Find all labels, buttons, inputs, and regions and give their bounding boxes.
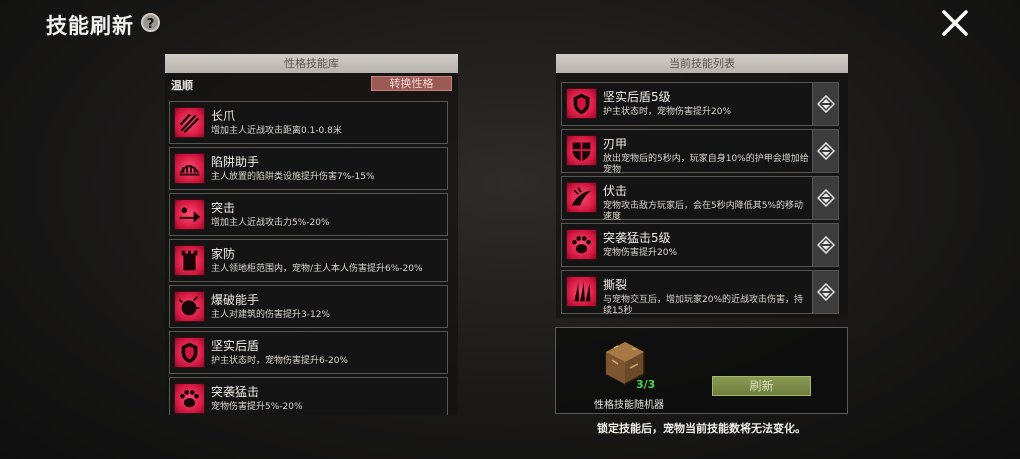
charge-icon	[174, 199, 205, 230]
lock-toggle-icon	[817, 142, 835, 160]
library-skill-item[interactable]: 长爪 增加主人近战攻击距离0.1-0.8米	[169, 101, 448, 144]
current-skill-item[interactable]: 伏击 宠物攻击敌方玩家后，会在5秒内降低其5%的移动速度	[561, 176, 814, 222]
skill-name: 家防	[211, 247, 236, 261]
close-icon[interactable]	[940, 8, 970, 38]
library-skill-item[interactable]: 爆破能手 主人对建筑的伤害提升3-12%	[169, 285, 448, 328]
skill-library-panel: 性格技能库 温顺 转换性格 长爪 增加主人近战攻击距离0.1-0.8米 陷阱助手…	[165, 54, 458, 415]
lock-skill-button[interactable]	[812, 82, 839, 126]
lock-skill-button[interactable]	[812, 176, 839, 220]
current-skill-item[interactable]: 突袭猛击5级 宠物伤害提升20%	[561, 223, 814, 267]
skill-desc: 宠物攻击敌方玩家后，会在5秒内降低其5%的移动速度	[603, 201, 804, 222]
library-skill-item[interactable]: 陷阱助手 主人放置的陷阱类设施提升伤害7%-15%	[169, 147, 448, 190]
tower-icon	[174, 245, 205, 276]
library-skill-item[interactable]: 突击 增加主人近战攻击力5%-20%	[169, 193, 448, 236]
library-skill-item[interactable]: 家防 主人领地柜范围内，宠物/主人本人伤害提升6%-20%	[169, 239, 448, 282]
skill-desc: 护主状态时，宠物伤害提升6-20%	[211, 356, 348, 366]
skill-desc: 主人对建筑的伤害提升3-12%	[211, 310, 330, 320]
armor-icon	[566, 135, 597, 166]
lock-skill-button[interactable]	[812, 223, 839, 267]
current-skills-panel: 当前技能列表 坚实后盾5级 护主状态时，宠物伤害提升20% 刃甲 放出宠物后的5…	[556, 54, 848, 318]
current-skills-title: 当前技能列表	[556, 54, 848, 73]
swap-personality-button[interactable]: 转换性格	[371, 76, 452, 91]
claw-icon	[174, 107, 205, 138]
library-skill-item[interactable]: 坚实后盾 护主状态时，宠物伤害提升6-20%	[169, 331, 448, 374]
question-icon[interactable]: ?	[141, 13, 160, 32]
lock-toggle-icon	[817, 95, 835, 113]
skill-desc: 增加主人近战攻击距离0.1-0.8米	[211, 126, 342, 136]
skill-desc: 护主状态时，宠物伤害提升20%	[603, 107, 732, 117]
lock-hint-text: 锁定技能后，宠物当前技能数将无法变化。	[597, 422, 806, 435]
randomizer-count: 3/3	[636, 378, 656, 391]
current-skill-item[interactable]: 刃甲 放出宠物后的5秒内，玩家自身10%的护甲会增加给宠物	[561, 129, 814, 175]
lock-toggle-icon	[817, 189, 835, 207]
trap-icon	[174, 153, 205, 184]
skill-name: 突袭猛击5级	[603, 231, 671, 245]
lock-skill-button[interactable]	[812, 129, 839, 173]
paw-icon	[566, 229, 597, 260]
skill-desc: 主人领地柜范围内，宠物/主人本人伤害提升6%-20%	[211, 264, 423, 274]
tear-icon	[566, 276, 597, 307]
shield-icon	[174, 337, 205, 368]
lock-toggle-icon	[817, 283, 835, 301]
skill-library-title: 性格技能库	[165, 54, 458, 73]
randomizer-label: 性格技能随机器	[594, 400, 664, 411]
lock-skill-button[interactable]	[812, 270, 839, 314]
personality-label: 温顺	[171, 79, 193, 92]
shield-icon	[566, 88, 597, 119]
skill-desc: 宠物伤害提升20%	[603, 248, 678, 258]
skill-desc: 宠物伤害提升5%-20%	[211, 402, 303, 412]
skill-name: 突袭猛击	[211, 385, 260, 399]
skill-randomizer-panel: 3/3 性格技能随机器 刷新	[555, 327, 848, 414]
skill-name: 坚实后盾	[211, 339, 260, 353]
current-skill-item[interactable]: 撕裂 与宠物交互后，增加玩家20%的近战攻击伤害，持续15秒	[561, 270, 814, 316]
skill-name: 爆破能手	[211, 293, 260, 307]
skill-name: 坚实后盾5级	[603, 90, 671, 104]
lock-toggle-icon	[817, 236, 835, 254]
refresh-button[interactable]: 刷新	[712, 376, 811, 396]
skill-desc: 增加主人近战攻击力5%-20%	[211, 218, 330, 228]
skill-name: 刃甲	[603, 137, 628, 151]
skill-desc: 与宠物交互后，增加玩家20%的近战攻击伤害，持续15秒	[603, 295, 804, 316]
skill-name: 伏击	[603, 184, 628, 198]
bomb-icon	[174, 291, 205, 322]
skill-desc: 放出宠物后的5秒内，玩家自身10%的护甲会增加给宠物	[603, 154, 809, 175]
skill-name: 撕裂	[603, 278, 628, 292]
ambush-icon	[566, 182, 597, 213]
page-title: 技能刷新	[46, 14, 134, 38]
paw-icon	[174, 383, 205, 414]
library-skill-item[interactable]: 突袭猛击 宠物伤害提升5%-20%	[169, 377, 448, 415]
skill-name: 陷阱助手	[211, 155, 260, 169]
skill-name: 长爪	[211, 109, 236, 123]
skill-name: 突击	[211, 201, 236, 215]
skill-desc: 主人放置的陷阱类设施提升伤害7%-15%	[211, 172, 375, 182]
current-skill-item[interactable]: 坚实后盾5级 护主状态时，宠物伤害提升20%	[561, 82, 814, 126]
